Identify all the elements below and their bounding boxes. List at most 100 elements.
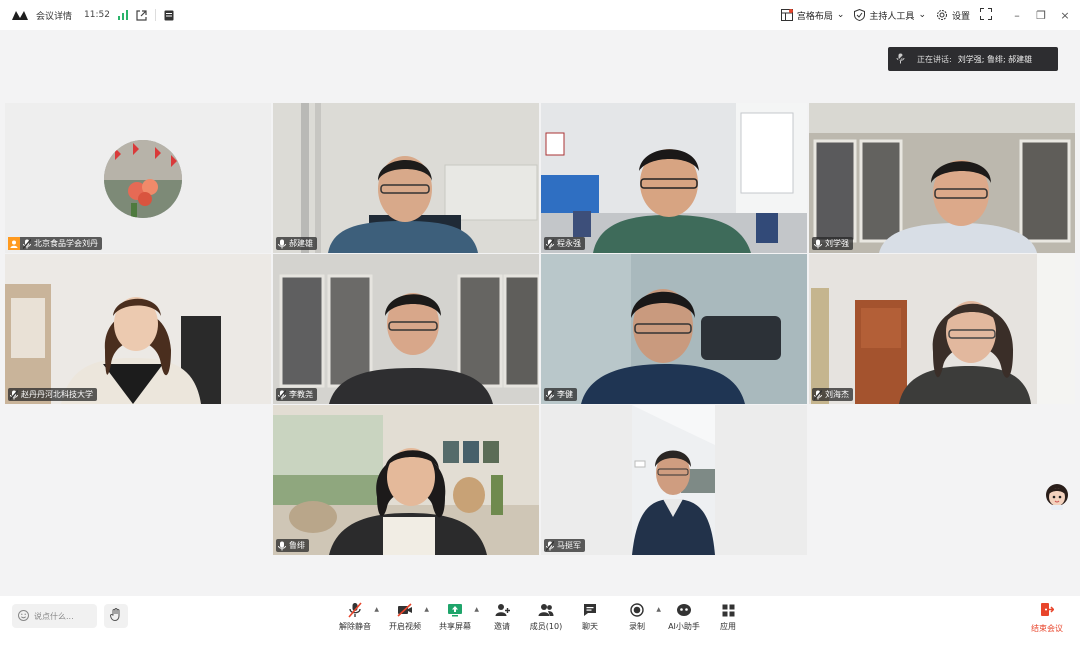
grid-layout-icon (780, 9, 793, 21)
tool-label: 解除静音 (339, 622, 371, 631)
participant-name: 赵丹丹河北科技大学 (21, 390, 93, 399)
speaker-mic-icon (895, 52, 906, 66)
settings-label: 设置 (951, 11, 970, 22)
signal-strength-icon[interactable] (117, 10, 128, 20)
gear-icon (936, 9, 948, 21)
video-tile[interactable]: 程永强 (541, 103, 807, 253)
settings-button[interactable]: 设置 (936, 9, 970, 22)
chat-placeholder: 说点什么... (34, 611, 74, 621)
video-feed (809, 254, 1075, 404)
notes-icon[interactable] (164, 10, 174, 21)
camera-off-icon (397, 602, 413, 618)
chevron-up-icon[interactable]: ▲ (656, 606, 661, 613)
video-feed (809, 103, 1075, 253)
ai-assistant-icon (676, 602, 692, 618)
tool-label: AI小助手 (668, 622, 700, 631)
participant-name: 李健 (557, 390, 573, 399)
tool-label: 开启视频 (389, 622, 421, 631)
tool-label: 录制 (629, 622, 645, 631)
share-screen-icon (447, 602, 463, 618)
emoji-icon[interactable] (18, 609, 29, 623)
record-icon (630, 602, 644, 618)
video-feed (541, 254, 807, 404)
chevron-up-icon[interactable]: ▲ (424, 606, 429, 613)
divider (154, 9, 156, 21)
video-feed (541, 103, 807, 253)
chevron-up-icon[interactable]: ▲ (374, 606, 379, 613)
minimize-icon[interactable]: – (1012, 9, 1022, 22)
video-feed (273, 405, 539, 555)
mic-muted-icon (10, 389, 18, 400)
layout-button[interactable]: 宫格布局 ⌄ (780, 9, 844, 22)
video-tile[interactable]: 李健 (541, 254, 807, 404)
raise-hand-button[interactable] (104, 604, 128, 628)
mic-muted-icon (23, 238, 31, 249)
participant-nametag: 李教尧 (276, 388, 317, 401)
ai-assistant-avatar-icon[interactable] (1044, 482, 1070, 510)
exit-icon (1040, 602, 1055, 620)
close-icon[interactable]: × (1060, 9, 1070, 22)
video-tile[interactable]: 郝建雄 (273, 103, 539, 253)
apps-button[interactable]: 应用 (706, 602, 750, 632)
participant-name: 马挺军 (557, 541, 581, 550)
participant-name: 刘海杰 (825, 390, 849, 399)
participant-name: 鲁绯 (289, 541, 305, 550)
participant-nametag: 鲁绯 (276, 539, 309, 552)
video-feed (273, 103, 539, 253)
participant-name: 刘学强 (825, 239, 849, 248)
speaking-indicator: 正在讲话: 刘学强; 鲁绯; 郝建雄 (888, 47, 1058, 71)
ai-assistant-button[interactable]: AI小助手 (662, 602, 706, 632)
record-button[interactable]: 录制 ▲ (612, 602, 662, 632)
video-tile-active-speaker[interactable]: 刘学强 (809, 103, 1075, 253)
chevron-up-icon[interactable]: ▲ (474, 606, 479, 613)
members-button[interactable]: 成员(10) (524, 602, 568, 632)
unmute-button[interactable]: 解除静音 ▲ (330, 602, 380, 632)
video-tile[interactable]: 赵丹丹河北科技大学 (5, 254, 271, 404)
participant-nametag: 程永强 (544, 237, 585, 250)
end-meeting-button[interactable]: 结束会议 (1024, 602, 1070, 634)
meeting-toolbar: 说点什么... 解除静音 ▲ 开启视频 ▲ 共享屏幕 ▲ 邀请 成员(10) 聊… (0, 596, 1080, 645)
avatar-image (104, 140, 182, 218)
mic-muted-icon (546, 389, 554, 400)
meeting-details-link[interactable]: 会议详情 (36, 9, 72, 22)
meeting-time: 11:52 (84, 10, 110, 20)
share-screen-button[interactable]: 共享屏幕 ▲ (430, 602, 480, 632)
tool-label: 邀请 (494, 622, 510, 631)
hand-icon (109, 608, 122, 624)
participant-nametag: 刘学强 (812, 237, 853, 250)
popout-icon[interactable] (136, 9, 147, 21)
title-bar: 会议详情 11:52 宫格布局 ⌄ 主持人工具 ⌄ 设置 – ❐ × (0, 0, 1080, 30)
tool-label: 应用 (720, 622, 736, 631)
video-tile[interactable]: 刘海杰 (809, 254, 1075, 404)
participant-nametag: 马挺军 (544, 539, 585, 552)
mic-muted-icon (278, 389, 286, 400)
mic-muted-icon (546, 238, 554, 249)
host-tools-button[interactable]: 主持人工具 ⌄ (854, 9, 926, 22)
video-tile[interactable]: 鲁绯 (273, 405, 539, 555)
restore-icon[interactable]: ❐ (1036, 9, 1046, 22)
mic-muted-icon (546, 540, 554, 551)
host-tools-label: 主持人工具 (869, 11, 915, 22)
host-badge-icon (8, 237, 20, 250)
participant-nametag: 郝建雄 (276, 237, 317, 250)
video-feed (5, 254, 271, 404)
mic-icon (278, 239, 286, 248)
video-tile[interactable]: 北京食品学会刘丹 (5, 103, 271, 253)
layout-label: 宫格布局 (796, 11, 833, 22)
chat-button[interactable]: 聊天 (568, 602, 612, 632)
participant-nametag: 李健 (544, 388, 577, 401)
chevron-down-icon: ⌄ (918, 10, 926, 20)
speaking-names: 刘学强; 鲁绯; 郝建雄 (957, 54, 1033, 64)
participant-name: 李教尧 (289, 390, 313, 399)
video-tile[interactable]: 李教尧 (273, 254, 539, 404)
quick-chat-input[interactable]: 说点什么... (12, 604, 97, 628)
shield-icon (854, 9, 866, 21)
apps-icon (722, 602, 735, 618)
start-video-button[interactable]: 开启视频 ▲ (380, 602, 430, 632)
video-tile[interactable]: 马挺军 (541, 405, 807, 555)
speaking-label: 正在讲话: (917, 54, 952, 64)
participant-nametag: 北京食品学会刘丹 (8, 237, 102, 250)
fullscreen-icon[interactable] (980, 7, 992, 23)
invite-button[interactable]: 邀请 (480, 602, 524, 632)
participant-name: 北京食品学会刘丹 (34, 239, 98, 248)
